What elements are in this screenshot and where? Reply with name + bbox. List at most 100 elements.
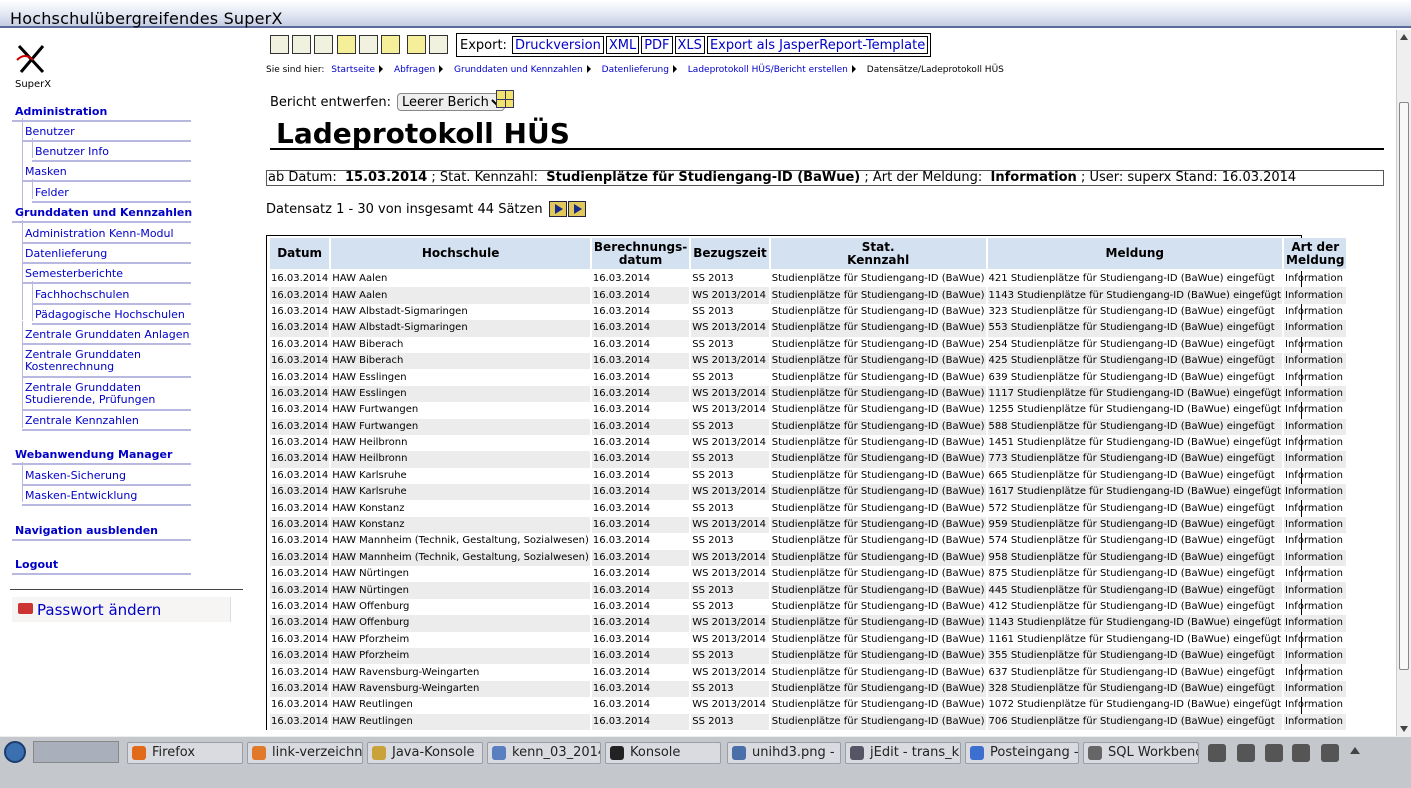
taskbar-task[interactable]: Konsole bbox=[605, 742, 721, 764]
info-icon[interactable] bbox=[359, 35, 378, 54]
sidebar-item-benutzer-info[interactable]: Benutzer Info bbox=[35, 146, 235, 158]
export-druckversion-link[interactable]: Druckversion bbox=[511, 36, 604, 54]
column-header[interactable]: Hochschule bbox=[331, 238, 590, 271]
bericht-label: Bericht entwerfen: bbox=[270, 94, 391, 110]
export-xml-link[interactable]: XML bbox=[605, 36, 640, 54]
table-cell: 16.03.2014 bbox=[591, 516, 690, 534]
table-cell: HAW Nürtingen bbox=[331, 582, 590, 599]
table-row: 16.03.2014 HAW Nürtingen 16.03.2014 SS 2013… bbox=[270, 582, 1347, 599]
sidebar-item-zentrale-grunddaten-anlagen[interactable]: Zentrale Grunddaten Anlagen bbox=[25, 329, 225, 341]
next-page-icon[interactable] bbox=[548, 201, 567, 217]
save-icon[interactable] bbox=[270, 35, 289, 54]
table-cell: WS 2013/2014 bbox=[692, 633, 766, 645]
clip-icon[interactable] bbox=[381, 35, 400, 54]
key-icon bbox=[18, 603, 33, 614]
table-cell: 16.03.2014 bbox=[592, 437, 651, 449]
breadcrumb-startseite[interactable]: Startseite bbox=[331, 65, 375, 75]
window-title: Hochschulübergreifendes SuperX bbox=[10, 9, 283, 28]
settings-icon[interactable] bbox=[1237, 744, 1255, 762]
scroll-up-icon[interactable] bbox=[1400, 34, 1408, 40]
column-header[interactable]: Bezugszeit bbox=[691, 238, 769, 271]
chart-icon[interactable] bbox=[407, 35, 426, 54]
filter-meldung-value: Information bbox=[990, 170, 1077, 185]
sidebar-item-semesterberichte[interactable]: Semesterberichte bbox=[25, 268, 225, 280]
taskbar-task[interactable]: Posteingang - bbox=[965, 742, 1079, 764]
breadcrumb-datenlieferung[interactable]: Datenlieferung bbox=[602, 65, 669, 75]
column-header[interactable]: Stat. Kennzahl bbox=[770, 238, 986, 271]
sidebar-item-zentrale-grunddaten-studierende-pr-fungen[interactable]: Zentrale Grunddaten Studierende, Prüfung… bbox=[25, 382, 175, 406]
password-change-link[interactable]: Passwort ändern bbox=[37, 601, 161, 619]
sidebar-item-masken-sicherung[interactable]: Masken-Sicherung bbox=[25, 470, 225, 482]
column-header[interactable]: Berechnungs- datum bbox=[591, 238, 690, 271]
breadcrumb-ladeprotokoll[interactable]: Ladeprotokoll HÜS/Bericht erstellen bbox=[688, 65, 848, 75]
export-xls-link[interactable]: XLS bbox=[674, 36, 705, 54]
table-cell: 553 Studienplätze für Studiengang-ID (Ba… bbox=[987, 320, 1283, 337]
sidebar-item-grunddaten-und-kennzahlen[interactable]: Grunddaten und Kennzahlen bbox=[15, 207, 215, 219]
taskbar-task[interactable]: jEdit - trans_k bbox=[845, 742, 961, 764]
sidebar-item-navigation-ausblenden[interactable]: Navigation ausblenden bbox=[15, 525, 215, 537]
taskbar-task[interactable]: link-verzeichn bbox=[247, 742, 363, 764]
arrow-up-icon[interactable] bbox=[1350, 747, 1360, 754]
back-icon[interactable] bbox=[314, 35, 333, 54]
sidebar-item-logout[interactable]: Logout bbox=[15, 559, 215, 571]
cut-icon[interactable] bbox=[1265, 744, 1283, 762]
table-cell: WS 2013/2014 bbox=[691, 516, 769, 534]
table-cell: Studienplätze für Studiengang-ID (BaWue) bbox=[770, 451, 986, 468]
start-menu-icon[interactable] bbox=[4, 741, 26, 763]
table-cell: Studienplätze für Studiengang-ID (BaWue) bbox=[771, 469, 985, 481]
table-cell: Information bbox=[1284, 582, 1347, 599]
table-cell: 16.03.2014 bbox=[271, 666, 329, 678]
sidebar-item-p-dagogische-hochschulen[interactable]: Pädagogische Hochschulen bbox=[35, 309, 235, 321]
sidebar-item-administration[interactable]: Administration bbox=[15, 106, 215, 118]
column-header[interactable]: Art der Meldung bbox=[1284, 238, 1347, 271]
taskbar-task[interactable]: Firefox bbox=[127, 742, 243, 764]
sidebar-item-administration-kenn-modul[interactable]: Administration Kenn-Modul bbox=[25, 228, 225, 240]
sidebar-item-benutzer[interactable]: Benutzer bbox=[25, 126, 225, 138]
nav-indent-line bbox=[22, 375, 23, 409]
sidebar-item-masken[interactable]: Masken bbox=[25, 166, 225, 178]
scroll-thumb[interactable] bbox=[1399, 102, 1409, 670]
table-row: 16.03.2014 HAW Offenburg 16.03.2014 WS 2013… bbox=[270, 615, 1347, 632]
sidebar-item-masken-entwicklung[interactable]: Masken-Entwicklung bbox=[25, 490, 225, 502]
table-cell: 574 Studienplätze für Studiengang-ID (Ba… bbox=[988, 535, 1275, 547]
grid-layout-icon[interactable] bbox=[496, 90, 514, 108]
table-cell: 16.03.2014 bbox=[591, 484, 690, 501]
taskbar-task[interactable]: SQL Workbenc bbox=[1083, 742, 1199, 764]
vertical-scrollbar[interactable] bbox=[1396, 30, 1411, 736]
print-icon[interactable] bbox=[292, 35, 311, 54]
taskbar-task[interactable]: Java-Konsole bbox=[367, 742, 483, 764]
breadcrumb-grunddaten[interactable]: Grunddaten und Kennzahlen bbox=[454, 65, 583, 75]
nav-indent-line bbox=[22, 260, 23, 320]
superx-logo: SuperX bbox=[13, 42, 53, 90]
sidebar-item-zentrale-kennzahlen[interactable]: Zentrale Kennzahlen bbox=[25, 415, 225, 427]
sidebar-item-felder[interactable]: Felder bbox=[35, 187, 235, 199]
column-header[interactable]: Datum bbox=[270, 238, 330, 271]
help-icon[interactable] bbox=[337, 35, 356, 54]
export-jasper-link[interactable]: Export als JasperReport-Template bbox=[706, 36, 929, 54]
scroll-down-icon[interactable] bbox=[1400, 726, 1408, 732]
taskbar-task[interactable]: kenn_03_2014 bbox=[487, 742, 601, 764]
bericht-select[interactable]: Leerer Bericht bbox=[397, 93, 505, 111]
column-header[interactable]: Meldung bbox=[987, 238, 1283, 271]
table-cell: 1161 Studienplätze für Studiengang-ID (B… bbox=[988, 633, 1282, 645]
sidebar-item-fachhochschulen[interactable]: Fachhochschulen bbox=[35, 289, 235, 301]
sidebar-item-webanwendung-manager[interactable]: Webanwendung Manager bbox=[15, 449, 215, 461]
table-cell: SS 2013 bbox=[691, 451, 769, 468]
table-cell: HAW Albstadt-Sigmaringen bbox=[331, 320, 590, 337]
export-pdf-link[interactable]: PDF bbox=[641, 36, 673, 54]
volume-icon[interactable] bbox=[1292, 744, 1310, 762]
table-icon[interactable] bbox=[429, 35, 448, 54]
taskbar-task[interactable]: unihd3.png - bbox=[727, 742, 841, 764]
breadcrumb-abfragen[interactable]: Abfragen bbox=[394, 65, 435, 75]
sidebar-item-datenlieferung[interactable]: Datenlieferung bbox=[25, 248, 225, 260]
last-page-icon[interactable] bbox=[567, 201, 586, 217]
desktop-pager[interactable] bbox=[33, 741, 119, 763]
table-cell: Studienplätze für Studiengang-ID (BaWue) bbox=[771, 502, 985, 514]
sidebar-item-zentrale-grunddaten-kostenrechnung[interactable]: Zentrale Grunddaten Kostenrechnung bbox=[25, 349, 175, 373]
table-cell: Information bbox=[1284, 385, 1347, 403]
terminal-icon[interactable] bbox=[1208, 744, 1226, 762]
table-cell: 1117 Studienplätze für Studiengang-ID (B… bbox=[987, 385, 1283, 403]
network-icon[interactable] bbox=[1321, 744, 1339, 762]
password-change-box[interactable]: Passwort ändern bbox=[12, 597, 231, 622]
table-cell: 16.03.2014 bbox=[592, 502, 651, 514]
